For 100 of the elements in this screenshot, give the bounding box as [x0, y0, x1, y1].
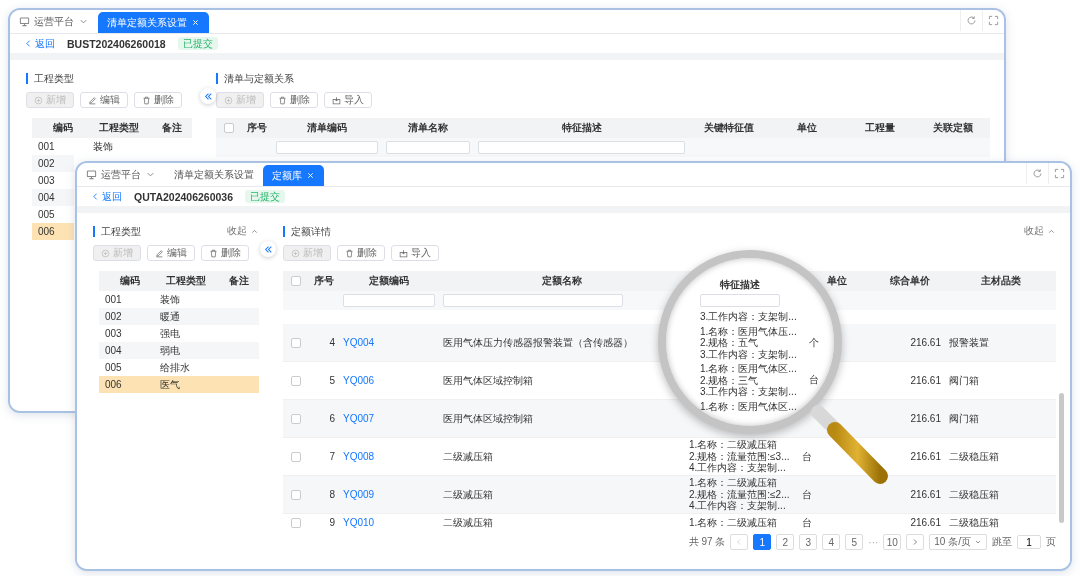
table-row[interactable]: 001 装饰	[99, 291, 259, 308]
checkbox[interactable]	[224, 123, 234, 133]
table-row[interactable]: 006 医气	[99, 376, 259, 393]
ellipsis: ···	[868, 536, 879, 548]
panel-title: 清单与定额关系	[216, 72, 294, 84]
status-badge: 已提交	[177, 37, 218, 50]
filter-field[interactable]	[443, 294, 623, 307]
table-cell-text: 004	[104, 345, 123, 356]
tab[interactable]: 清单定额关系设置	[98, 12, 209, 33]
code-link[interactable]: YQ008	[343, 451, 375, 462]
code-link[interactable]: YQ006	[343, 375, 375, 386]
checkbox[interactable]	[291, 375, 301, 386]
filter-field[interactable]	[386, 141, 470, 154]
table-row[interactable]: 001 装饰	[32, 138, 192, 155]
table-row[interactable]: 003	[32, 172, 74, 189]
table-cell: 216.61	[910, 517, 941, 528]
checkbox[interactable]	[291, 276, 301, 286]
table-cell: 二级减压箱	[443, 516, 493, 528]
table-row[interactable]: 004	[32, 189, 74, 206]
collapse-button[interactable]	[260, 241, 276, 257]
next-page-button[interactable]	[906, 534, 925, 550]
toolbar-button[interactable]: 导入	[324, 92, 372, 108]
filter-field[interactable]	[276, 141, 378, 154]
column-header: 单位	[797, 121, 817, 135]
page-button[interactable]: 5	[845, 534, 864, 550]
page-field[interactable]: 1	[1017, 535, 1041, 549]
collapse-button[interactable]	[200, 88, 216, 104]
page-button[interactable]: 1	[753, 534, 772, 550]
filter-field[interactable]	[700, 294, 780, 307]
collapse-link[interactable]: 收起	[227, 224, 259, 238]
toolbar-button[interactable]: 导入	[391, 245, 439, 261]
table-row[interactable]: 004 弱电	[99, 342, 259, 359]
page-size-select[interactable]: 10 条/页	[929, 534, 987, 550]
code-link[interactable]: YQ007	[343, 413, 375, 424]
table-cell: 台	[802, 450, 812, 462]
checkbox[interactable]	[291, 517, 301, 528]
document-code: QUTA202406260036	[134, 190, 234, 203]
code-link[interactable]: YQ009	[343, 489, 375, 500]
plus-circle-icon	[101, 248, 110, 258]
back-link[interactable]: 返回	[24, 36, 55, 51]
page-button[interactable]: 4	[822, 534, 841, 550]
document-code: BUST202406260018	[67, 37, 166, 50]
prev-page-button[interactable]	[730, 534, 749, 550]
page-button[interactable]: 10	[883, 534, 902, 550]
page-button[interactable]: 2	[776, 534, 795, 550]
table-cell-text: 006	[37, 226, 56, 237]
toolbar-button[interactable]: 删除	[134, 92, 182, 108]
table-cell-text: 002	[104, 311, 123, 322]
column-header: 工程类型	[165, 274, 207, 288]
table-cell: 6	[329, 413, 335, 424]
monitor-icon	[86, 169, 97, 180]
table-row[interactable]: 005 给排水	[99, 359, 259, 376]
page-button[interactable]: 3	[799, 534, 818, 550]
total-count: 共 97 条	[688, 535, 726, 549]
status-badge: 已提交	[245, 190, 286, 203]
filter-field[interactable]	[478, 141, 685, 154]
toolbar-button[interactable]: 编辑	[147, 245, 195, 261]
checkbox[interactable]	[291, 489, 301, 500]
tab[interactable]: 运营平台	[77, 163, 165, 186]
table-cell: 8	[329, 489, 335, 500]
table-cell: 二级减压箱	[443, 450, 493, 462]
close-icon[interactable]	[191, 18, 200, 27]
checkbox[interactable]	[291, 337, 301, 348]
table-cell-text: 给排水	[159, 360, 191, 375]
tab[interactable]: 清单定额关系设置	[165, 163, 263, 186]
back-link[interactable]: 返回	[91, 189, 122, 204]
collapse-link[interactable]: 收起	[1024, 224, 1056, 238]
table-cell: 216.61	[910, 413, 941, 424]
table-cell: 3.工作内容：支架制...	[700, 311, 797, 323]
close-icon[interactable]	[306, 171, 315, 180]
table-row[interactable]: 006	[32, 223, 74, 240]
table-row[interactable]: 002	[32, 155, 74, 172]
scrollbar[interactable]	[1059, 393, 1064, 523]
code-link[interactable]: YQ010	[343, 517, 375, 528]
table-row[interactable]: 005	[32, 206, 74, 223]
table-row[interactable]: 003 强电	[99, 325, 259, 342]
column-header: 序号	[247, 121, 267, 135]
table-cell-text: 002	[37, 158, 56, 169]
tab[interactable]: 定额库	[263, 165, 324, 186]
table-cell-text: 006	[104, 379, 123, 390]
panel-title: 定额详情	[283, 225, 331, 237]
code-link[interactable]: YQ004	[343, 337, 375, 348]
column-header: 主材品类	[980, 274, 1021, 288]
checkbox[interactable]	[291, 451, 301, 462]
column-header: 定额编码	[369, 274, 409, 288]
table-cell: 216.61	[910, 375, 941, 386]
toolbar-button[interactable]: 删除	[201, 245, 249, 261]
table-cell: 医用气体区域控制箱	[443, 374, 533, 386]
column-header: 综合单价	[890, 274, 930, 288]
toolbar-button[interactable]: 编辑	[80, 92, 128, 108]
checkbox[interactable]	[291, 413, 301, 424]
table-cell-text: 1.名称：二级减压箱 2.规格：流量范围:≤2... 4.工作内容：支架制...	[689, 477, 791, 512]
table-cell: 7	[329, 451, 335, 462]
table-row[interactable]: 002 暖通	[99, 308, 259, 325]
toolbar-button[interactable]: 删除	[337, 245, 385, 261]
table-cell: 台	[802, 488, 812, 500]
column-header: 关联定额	[932, 121, 973, 135]
tab[interactable]: 运营平台	[10, 10, 98, 33]
toolbar-button[interactable]: 删除	[270, 92, 318, 108]
filter-field[interactable]	[343, 294, 435, 307]
